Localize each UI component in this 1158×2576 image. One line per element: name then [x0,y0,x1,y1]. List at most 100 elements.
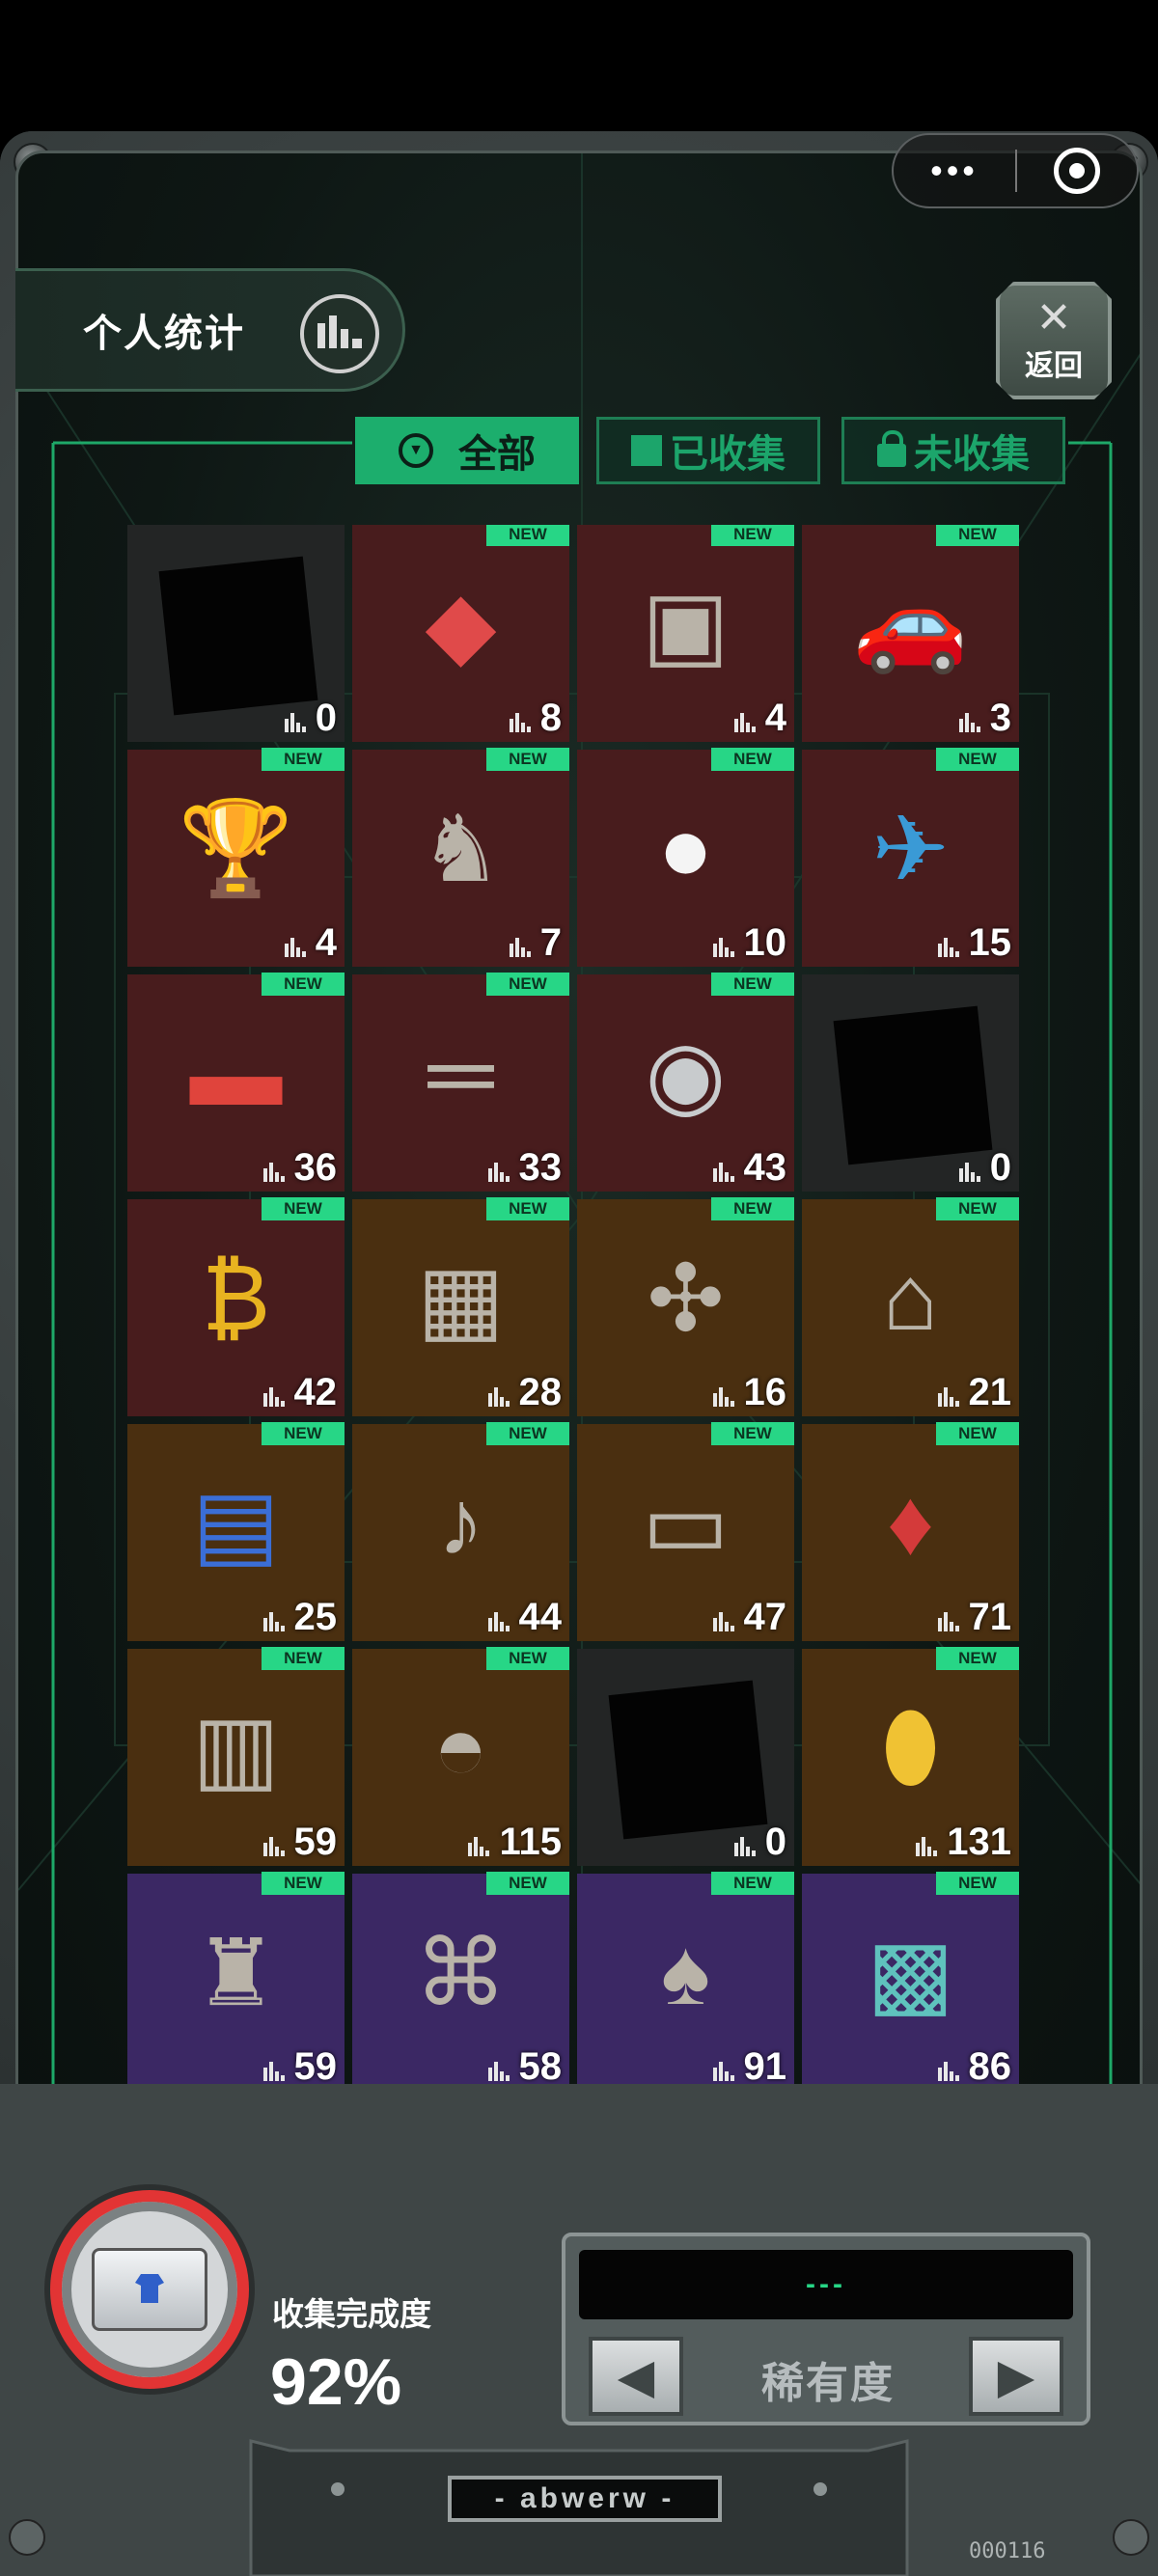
stats-bars-icon [937,1612,959,1631]
new-badge: NEW [936,1872,1019,1895]
new-badge: NEW [936,1647,1019,1670]
item-count: 7 [509,921,562,965]
item-card[interactable]: ◆ NEW 8 [352,525,569,742]
item-card[interactable]: ✣ NEW 16 [577,1197,794,1416]
stats-bars-icon [937,1387,959,1407]
stats-bars-icon [712,938,734,957]
item-count: 0 [284,697,337,740]
item-card[interactable]: ♜ NEW 59 [127,1872,345,2091]
collection-grid-viewport[interactable]: 0 ◆ NEW 8 ▣ NEW 4 🚗 NEW 3 🏆 NEW 4 ♞ NEW 7 ● NEW 10 ✈ NEW 15 ▬ N… [127,525,1025,2186]
item-count: 86 [937,2045,1012,2089]
item-card[interactable]: ◉ NEW 43 [577,973,794,1192]
item-count-value: 44 [518,1596,563,1638]
item-count-value: 58 [518,2045,563,2088]
new-badge: NEW [486,973,569,996]
item-count-value: 28 [518,1371,563,1413]
item-card[interactable]: ▬ NEW 36 [127,973,345,1192]
new-badge: NEW [936,1422,1019,1445]
item-card[interactable]: ═ NEW 33 [352,973,569,1192]
item-card[interactable]: 🏆 NEW 4 [127,748,345,967]
robot-dog-icon: ⌂ [882,1246,939,1350]
filter-icon: ▼ [399,433,433,468]
stats-bars-icon [712,1612,734,1631]
collection-grid: 0 ◆ NEW 8 ▣ NEW 4 🚗 NEW 3 🏆 NEW 4 ♞ NEW 7 ● NEW 10 ✈ NEW 15 ▬ N… [127,525,1025,2186]
item-card[interactable]: ▤ NEW 25 [127,1422,345,1641]
item-count: 4 [284,921,337,965]
gadget-icon: ⌘ [414,1921,508,2025]
cat-mascot-icon: ● [657,796,714,900]
item-count-value: 33 [518,1146,563,1189]
item-count-value: 91 [743,2045,787,2088]
item-count: 0 [733,1821,786,1864]
item-card[interactable]: ◓ NEW 115 [352,1647,569,1866]
filter-uncollected-tab[interactable]: 未收集 [841,417,1065,484]
stats-bars-icon [509,938,531,957]
item-card[interactable]: 0 [802,974,1019,1192]
new-badge: NEW [262,1647,345,1670]
item-card[interactable]: ▥ NEW 59 [127,1647,345,1866]
item-card[interactable]: ⬮ NEW 131 [802,1647,1019,1866]
item-card[interactable]: ▭ NEW 47 [577,1422,794,1641]
item-count-value: 8 [539,697,562,739]
filter-collected-tab[interactable]: 已收集 [596,417,820,484]
item-card[interactable]: ▩ NEW 86 [802,1872,1019,2091]
back-button[interactable]: ✕ 返回 [996,282,1112,399]
new-badge: NEW [711,973,794,996]
item-card[interactable]: ▦ NEW 28 [352,1197,569,1416]
item-card[interactable]: ⌂ NEW 21 [802,1197,1019,1416]
item-card[interactable]: 0 [127,525,345,742]
item-count-value: 10 [743,921,787,964]
stats-bars-icon [712,1387,734,1407]
rarity-next-button[interactable]: ▶ [969,2337,1063,2416]
more-options-button[interactable]: ••• [894,135,1015,206]
item-count: 28 [487,1371,563,1414]
item-card[interactable]: ♪ NEW 44 [352,1422,569,1641]
item-count-value: 0 [989,1146,1011,1189]
item-count-value: 59 [293,2045,338,2088]
item-card[interactable]: ♞ NEW 7 [352,748,569,967]
item-count-value: 4 [764,697,786,739]
item-count: 0 [958,1146,1011,1190]
device-nameplate: - abwerw - [448,2476,722,2522]
stats-bars-icon [262,1163,285,1182]
new-badge: NEW [711,748,794,771]
item-count-value: 43 [743,1146,787,1189]
silhouette-icon [833,1005,993,1165]
helmet-icon: ◓ [432,1695,489,1799]
item-card[interactable]: ▣ NEW 4 [577,525,794,742]
completion-label: 收集完成度 [272,2296,431,2332]
item-card[interactable]: ✈ NEW 15 [802,748,1019,967]
new-badge: NEW [711,525,794,546]
stats-bars-icon [487,2062,510,2081]
guitar-icon: ♪ [437,1470,484,1575]
bar-chart-icon[interactable] [300,294,379,373]
item-count-value: 0 [315,697,337,739]
collection-box-icon [50,2190,249,2389]
new-badge: NEW [936,1197,1019,1220]
new-badge: NEW [262,1872,345,1895]
new-badge: NEW [936,748,1019,771]
item-card[interactable]: ⌘ NEW 58 [352,1872,569,2091]
item-card[interactable]: ♠ NEW 91 [577,1872,794,2091]
filter-all-tab[interactable]: ▼ 全部 [355,417,579,484]
item-count-value: 86 [968,2045,1012,2088]
crystal-gem-icon: ◆ [425,572,497,676]
item-card[interactable]: 🚗 NEW 3 [802,525,1019,742]
item-count-value: 71 [968,1596,1012,1638]
item-card[interactable]: ♦ NEW 71 [802,1422,1019,1641]
stats-bars-icon [937,938,959,957]
item-card[interactable]: ₿ NEW 42 [127,1197,345,1416]
stats-bars-icon [487,1612,510,1631]
item-card[interactable]: ● NEW 10 [577,748,794,967]
item-count: 16 [712,1371,786,1414]
stats-bars-icon [712,2062,734,2081]
item-count: 59 [262,1821,337,1864]
back-label: 返回 [1025,350,1083,382]
item-card[interactable]: 0 [577,1649,794,1866]
box-icon [631,435,662,466]
completion-value: 92% [270,2345,402,2419]
personal-stats-tab[interactable]: 个人统计 [15,268,405,392]
rarity-prev-button[interactable]: ◀ [589,2337,683,2416]
close-miniprogram-button[interactable] [1017,135,1137,206]
pallbearers-icon: ♠ [661,1920,710,2024]
